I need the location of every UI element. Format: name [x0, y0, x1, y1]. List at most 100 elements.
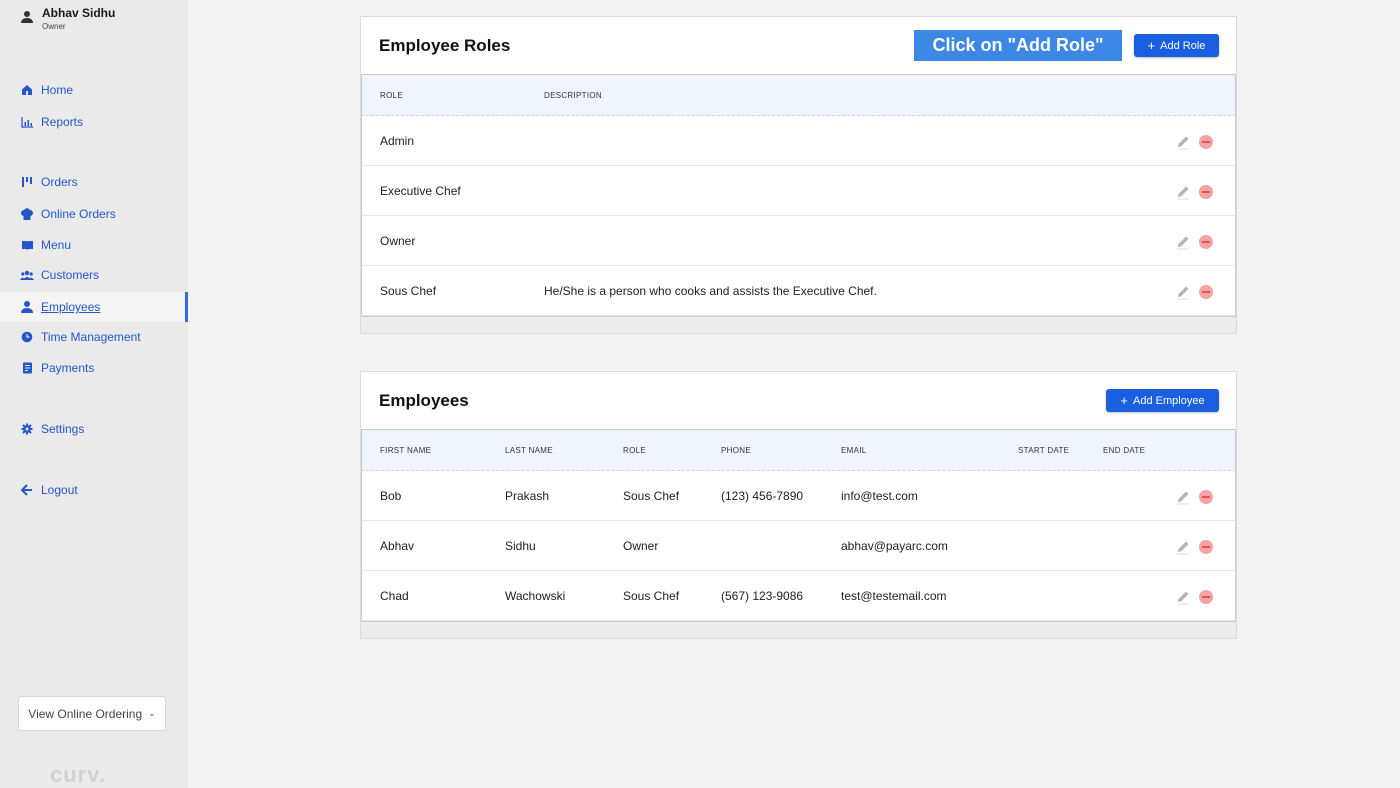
edit-pencil-icon[interactable]: [1175, 539, 1191, 555]
phone-cell: (123) 456-7890: [721, 489, 804, 503]
edit-pencil-icon[interactable]: [1175, 234, 1191, 250]
sidebar-item-label: Payments: [41, 361, 95, 375]
role-cell: Executive Chef: [380, 184, 461, 198]
employees-card-title: Employees: [379, 391, 469, 410]
sidebar-item-reports[interactable]: Reports: [0, 107, 188, 137]
plus-icon: +: [1147, 37, 1156, 53]
delete-icon[interactable]: [1199, 185, 1213, 199]
chart-icon: [20, 115, 34, 129]
description-cell: He/She is a person who cooks and assists…: [544, 284, 877, 298]
employees-table-header: FIRST NAME LAST NAME ROLE PHONE EMAIL ST…: [361, 430, 1236, 471]
column-header-role: ROLE: [380, 91, 403, 100]
home-icon: [20, 83, 34, 97]
sidebar-item-orders[interactable]: Orders: [0, 167, 188, 197]
roles-card-header: Employee Roles Click on "Add Role" + Add…: [361, 17, 1236, 75]
employee-roles-card: Employee Roles Click on "Add Role" + Add…: [360, 16, 1237, 334]
roles-card-title: Employee Roles: [379, 36, 511, 55]
orders-icon: [20, 175, 34, 189]
first-name-cell: Abhav: [380, 539, 415, 553]
row-actions: [1175, 234, 1213, 250]
user-profile[interactable]: Abhav Sidhu Owner: [20, 6, 115, 31]
person-icon: [20, 300, 34, 314]
email-cell: abhav@payarc.com: [841, 539, 948, 553]
column-header-email: EMAIL: [841, 446, 867, 455]
view-online-ordering-button[interactable]: View Online Ordering ⌄: [18, 696, 166, 731]
role-cell: Sous Chef: [623, 589, 680, 603]
sidebar-item-label: Settings: [41, 422, 85, 436]
add-role-label: Add Role: [1160, 39, 1206, 52]
table-row: Chad Wachowski Sous Chef (567) 123-9086 …: [361, 571, 1236, 621]
person-icon: [20, 10, 34, 29]
last-name-cell: Sidhu: [505, 539, 536, 553]
edit-pencil-icon[interactable]: [1175, 284, 1191, 300]
delete-icon[interactable]: [1199, 490, 1213, 504]
sidebar-item-customers[interactable]: Customers: [0, 260, 188, 290]
email-cell: test@testemail.com: [841, 589, 947, 603]
instruction-callout: Click on "Add Role": [914, 30, 1122, 61]
sidebar-item-label: Employees: [41, 300, 101, 314]
edit-pencil-icon[interactable]: [1175, 489, 1191, 505]
row-actions: [1175, 539, 1213, 555]
email-cell: info@test.com: [841, 489, 918, 503]
add-employee-button[interactable]: + Add Employee: [1106, 389, 1219, 412]
table-row: Owner: [361, 216, 1236, 266]
column-header-start-date: START DATE: [1018, 446, 1070, 455]
delete-icon[interactable]: [1199, 540, 1213, 554]
roles-table-footer: [361, 316, 1236, 333]
row-actions: [1175, 134, 1213, 150]
edit-pencil-icon[interactable]: [1175, 589, 1191, 605]
table-row: Executive Chef: [361, 166, 1236, 216]
column-header-phone: PHONE: [721, 446, 751, 455]
row-actions: [1175, 489, 1213, 505]
table-row: Bob Prakash Sous Chef (123) 456-7890 inf…: [361, 471, 1236, 521]
view-online-ordering-label: View Online Ordering: [28, 706, 143, 721]
delete-icon[interactable]: [1199, 285, 1213, 299]
gear-icon: [20, 422, 34, 436]
employees-card: Employees + Add Employee FIRST NAME LAST…: [360, 371, 1237, 639]
sidebar-item-label: Online Orders: [41, 207, 116, 221]
table-row: Abhav Sidhu Owner abhav@payarc.com: [361, 521, 1236, 571]
column-header-last-name: LAST NAME: [505, 446, 553, 455]
delete-icon[interactable]: [1199, 590, 1213, 604]
user-name: Abhav Sidhu: [42, 6, 116, 20]
column-header-first-name: FIRST NAME: [380, 446, 432, 455]
row-actions: [1175, 184, 1213, 200]
sidebar-item-payments[interactable]: Payments: [0, 353, 188, 383]
plus-icon: +: [1120, 392, 1129, 408]
role-cell: Sous Chef: [623, 489, 680, 503]
sidebar-item-menu[interactable]: Menu: [0, 230, 188, 260]
sidebar-item-home[interactable]: Home: [0, 75, 188, 105]
delete-icon[interactable]: [1199, 235, 1213, 249]
people-icon: [20, 268, 34, 282]
roles-table-header: ROLE DESCRIPTION: [361, 75, 1236, 116]
sidebar-item-label: Time Management: [41, 330, 141, 344]
employees-card-header: Employees + Add Employee: [361, 372, 1236, 430]
sidebar-item-online-orders[interactable]: Online Orders: [0, 199, 188, 229]
clock-icon: [20, 330, 34, 344]
sidebar-item-logout[interactable]: Logout: [0, 475, 188, 505]
table-row: Admin: [361, 116, 1236, 166]
sidebar-item-label: Menu: [41, 238, 72, 252]
last-name-cell: Prakash: [505, 489, 550, 503]
brand-logo: curv.: [50, 762, 106, 787]
sidebar-item-label: Customers: [41, 268, 100, 282]
sidebar-item-employees[interactable]: Employees: [0, 292, 188, 322]
sidebar: Abhav Sidhu Owner Home Reports Orders On…: [0, 0, 188, 788]
user-role: Owner: [42, 22, 66, 31]
role-cell: Admin: [380, 134, 415, 148]
add-employee-label: Add Employee: [1133, 394, 1205, 407]
edit-pencil-icon[interactable]: [1175, 134, 1191, 150]
column-header-end-date: END DATE: [1103, 446, 1146, 455]
add-role-button[interactable]: + Add Role: [1134, 34, 1219, 57]
table-row: Sous Chef He/She is a person who cooks a…: [361, 266, 1236, 316]
sidebar-item-settings[interactable]: Settings: [0, 414, 188, 444]
sidebar-item-time-management[interactable]: Time Management: [0, 322, 188, 352]
delete-icon[interactable]: [1199, 135, 1213, 149]
last-name-cell: Wachowski: [505, 589, 566, 603]
first-name-cell: Chad: [380, 589, 409, 603]
edit-pencil-icon[interactable]: [1175, 184, 1191, 200]
employees-table-footer: [361, 621, 1236, 638]
column-header-role: ROLE: [623, 446, 646, 455]
arrow-left-icon: [20, 483, 34, 497]
row-actions: [1175, 589, 1213, 605]
